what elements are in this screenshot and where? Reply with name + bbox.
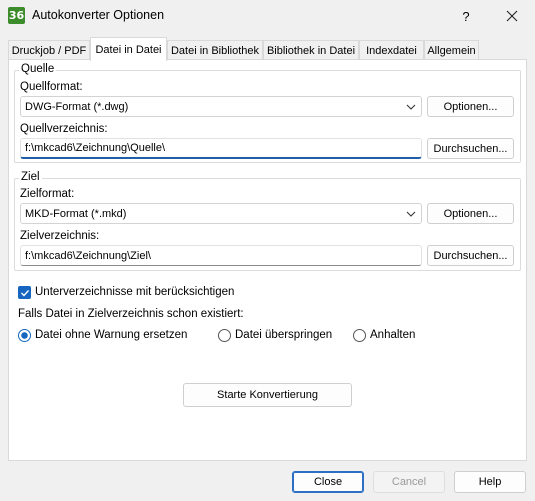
subdirs-label[interactable]: Unterverzeichnisse mit berücksichtigen (35, 286, 234, 298)
exists-label: Falls Datei in Zielverzeichnis schon exi… (18, 308, 244, 320)
target-dir-value: f:\mkcad6\Zeichnung\Ziel\ (25, 249, 151, 262)
target-options-button[interactable]: Optionen... (427, 203, 514, 224)
cancel-button[interactable]: Cancel (373, 471, 445, 493)
radio-replace[interactable] (18, 329, 31, 342)
tab-label: Datei in Bibliothek (170, 44, 260, 57)
start-conversion-button[interactable]: Starte Konvertierung (183, 383, 352, 407)
radio-stop-label[interactable]: Anhalten (370, 329, 415, 341)
button-label: Starte Konvertierung (217, 389, 318, 401)
source-group-label: Quelle (19, 63, 57, 75)
chevron-down-icon (406, 211, 416, 217)
source-dir-value: f:\mkcad6\Zeichnung\Quelle\ (25, 142, 166, 154)
tab-bibliothek-in-datei[interactable]: Bibliothek in Datei (263, 40, 359, 60)
source-browse-button[interactable]: Durchsuchen... (427, 138, 514, 159)
source-dir-label: Quellverzeichnis: (20, 123, 108, 135)
source-format-label: Quellformat: (20, 81, 83, 93)
tab-label: Datei in Datei (95, 43, 162, 56)
button-label: Cancel (391, 476, 427, 488)
button-label: Optionen... (443, 207, 498, 220)
tab-druckjob-pdf[interactable]: Druckjob / PDF (8, 40, 90, 60)
tab-allgemein[interactable]: Allgemein (424, 40, 479, 60)
button-label: Help (478, 476, 502, 488)
target-browse-button[interactable]: Durchsuchen... (427, 245, 514, 266)
target-dir-label: Zielverzeichnis: (20, 230, 100, 242)
close-window-button[interactable] (489, 0, 535, 32)
button-label: Close (313, 476, 343, 488)
app-icon: 36 (8, 7, 25, 24)
source-format-value: DWG-Format (*.dwg) (25, 100, 129, 113)
chevron-down-icon (406, 104, 416, 110)
tab-datei-in-bibliothek[interactable]: Datei in Bibliothek (167, 40, 263, 60)
target-group-label: Ziel (19, 171, 42, 183)
close-icon (506, 10, 518, 22)
checkmark-icon (20, 289, 29, 297)
source-format-combo[interactable]: DWG-Format (*.dwg) (20, 96, 422, 117)
target-format-combo[interactable]: MKD-Format (*.mkd) (20, 203, 422, 224)
radio-skip[interactable] (218, 329, 231, 342)
tab-label: Indexdatei (366, 44, 417, 57)
radio-stop[interactable] (353, 329, 366, 342)
target-format-value: MKD-Format (*.mkd) (25, 207, 127, 220)
source-options-button[interactable]: Optionen... (427, 96, 514, 117)
window-title: Autokonverter Optionen (32, 8, 165, 22)
button-label: Optionen... (443, 100, 498, 113)
help-button[interactable]: Help (454, 471, 526, 493)
radio-replace-label[interactable]: Datei ohne Warnung ersetzen (35, 329, 187, 341)
radio-skip-label[interactable]: Datei überspringen (235, 329, 332, 341)
tab-label: Bibliothek in Datei (266, 44, 356, 57)
help-title-button[interactable]: ? (443, 0, 489, 32)
tab-label: Druckjob / PDF (11, 44, 87, 57)
subdirs-checkbox[interactable] (18, 286, 31, 299)
button-label: Durchsuchen... (433, 142, 508, 155)
tab-indexdatei[interactable]: Indexdatei (359, 40, 424, 60)
close-button[interactable]: Close (292, 471, 364, 493)
button-label: Durchsuchen... (433, 249, 508, 262)
tab-label: Allgemein (427, 44, 476, 57)
tab-datei-in-datei[interactable]: Datei in Datei (90, 37, 167, 61)
source-dir-input[interactable]: f:\mkcad6\Zeichnung\Quelle\ (20, 138, 422, 159)
target-dir-input[interactable]: f:\mkcad6\Zeichnung\Ziel\ (20, 245, 422, 266)
help-icon: ? (462, 8, 470, 24)
target-format-label: Zielformat: (20, 188, 75, 200)
